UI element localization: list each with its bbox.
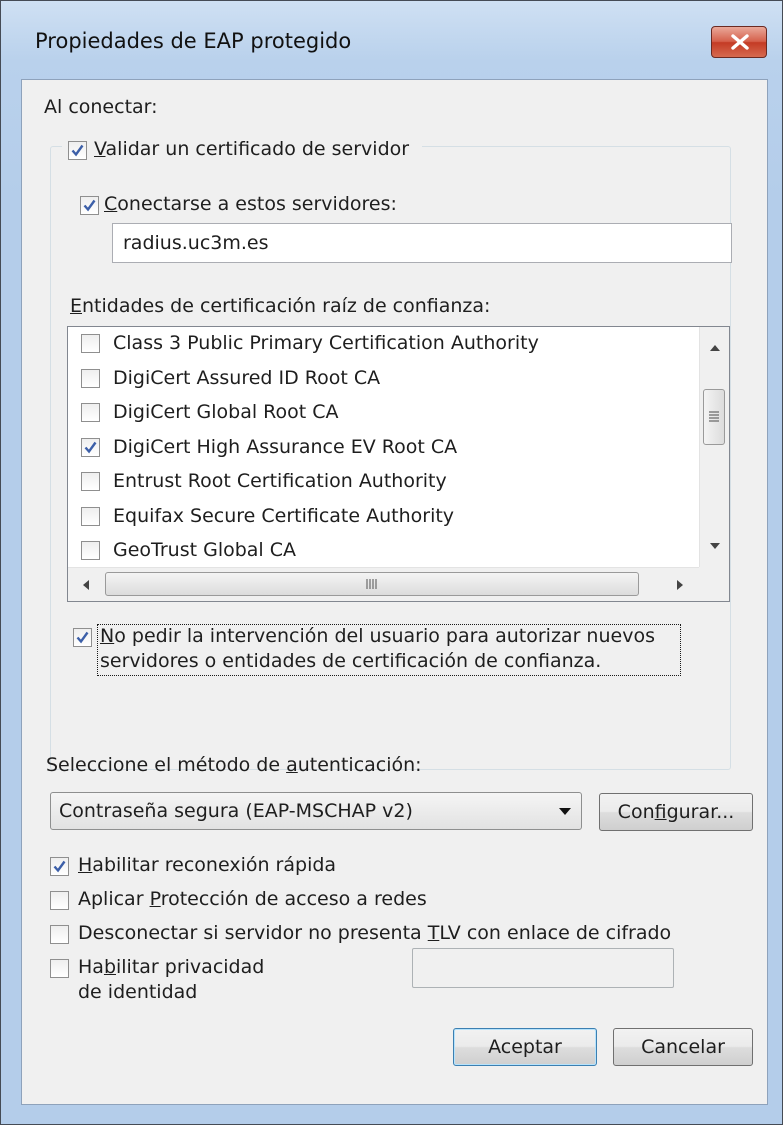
ca-item-label: DigiCert Global Root CA: [113, 401, 339, 423]
cancel-button[interactable]: Cancelar: [613, 1028, 753, 1066]
identity-privacy-option[interactable]: Habilitar privacidad de identidad: [50, 954, 350, 1010]
ca-list-horizontal-thumb[interactable]: [105, 572, 639, 596]
checkmark-icon: [83, 199, 96, 212]
connect-servers-checkbox[interactable]: [80, 196, 99, 215]
nap-option[interactable]: Aplicar Protección de acceso a redes: [50, 886, 550, 916]
checkmark-icon: [84, 441, 97, 454]
ca-item-checkbox[interactable]: [81, 438, 100, 457]
identity-privacy-label-line1: Habilitar privacidad: [78, 956, 265, 978]
grip-icon: [366, 579, 377, 589]
ca-item-label: Entrust Root Certification Authority: [113, 470, 447, 492]
fast-reconnect-label: Habilitar reconexión rápida: [78, 854, 337, 876]
nap-label: Aplicar Protección de acceso a redes: [78, 888, 427, 910]
checkmark-icon: [53, 860, 66, 873]
ca-list-horizontal-scrollbar[interactable]: [68, 567, 699, 601]
configure-button[interactable]: Configurar...: [599, 793, 753, 831]
connect-servers-label: Conectarse a estos servidores:: [104, 193, 397, 215]
close-icon: [731, 34, 749, 50]
window-title: Propiedades de EAP protegido: [35, 29, 352, 53]
no-prompt-option[interactable]: No pedir la intervención del usuario par…: [70, 622, 700, 678]
ca-item-checkbox[interactable]: [81, 507, 100, 526]
ca-list-item[interactable]: Class 3 Public Primary Certification Aut…: [68, 327, 688, 361]
ca-item-checkbox[interactable]: [81, 403, 100, 422]
ca-list-item[interactable]: GeoTrust Global CA: [68, 534, 688, 568]
ca-item-label: Class 3 Public Primary Certification Aut…: [113, 332, 539, 354]
ca-item-label: DigiCert Assured ID Root CA: [113, 367, 381, 389]
validate-cert-label: Validar un certificado de servidor: [94, 138, 410, 160]
ok-button[interactable]: Aceptar: [453, 1028, 597, 1066]
ca-item-label: DigiCert High Assurance EV Root CA: [113, 436, 458, 458]
ca-list-item[interactable]: Entrust Root Certification Authority: [68, 465, 688, 499]
chevron-down-icon: [559, 808, 571, 815]
grip-icon: [709, 411, 719, 422]
ca-item-checkbox[interactable]: [81, 369, 100, 388]
fast-reconnect-checkbox[interactable]: [50, 857, 69, 876]
checkmark-icon: [76, 631, 89, 644]
scroll-up-icon[interactable]: [710, 345, 720, 351]
trusted-ca-list[interactable]: Class 3 Public Primary Certification Aut…: [67, 326, 730, 602]
title-bar[interactable]: Propiedades de EAP protegido: [1, 1, 782, 79]
ca-item-label: GeoTrust Global CA: [113, 539, 297, 561]
servers-input[interactable]: radius.uc3m.es: [112, 223, 732, 263]
no-prompt-label-line2: servidores o entidades de certificación …: [100, 650, 602, 672]
anonymous-identity-input[interactable]: [412, 948, 674, 988]
scrollbar-corner: [699, 567, 729, 601]
identity-privacy-label-line2: de identidad: [78, 981, 198, 1003]
connect-servers-option[interactable]: Conectarse a estos servidores:: [80, 190, 440, 220]
no-prompt-label-line1: No pedir la intervención del usuario par…: [100, 625, 655, 647]
tlv-checkbox[interactable]: [50, 925, 69, 944]
connect-heading: Al conectar:: [44, 96, 158, 118]
auth-method-value: Contraseña segura (EAP-MSCHAP v2): [59, 800, 413, 822]
validate-cert-checkbox[interactable]: [68, 141, 87, 160]
nap-checkbox[interactable]: [50, 891, 69, 910]
dialog-client-area: Al conectar: Validar un certificado de s…: [21, 79, 768, 1105]
no-prompt-checkbox[interactable]: [73, 628, 92, 647]
ca-list-vertical-thumb[interactable]: [703, 389, 725, 445]
tlv-option[interactable]: Desconectar si servidor no presenta TLV …: [50, 920, 750, 950]
checkmark-icon: [71, 144, 84, 157]
scroll-left-icon[interactable]: [83, 580, 89, 590]
identity-privacy-checkbox[interactable]: [50, 959, 69, 978]
tlv-label: Desconectar si servidor no presenta TLV …: [78, 922, 672, 944]
dialog-window: Propiedades de EAP protegido Al conectar…: [0, 0, 783, 1125]
ca-list-vertical-scrollbar[interactable]: [699, 327, 729, 567]
fast-reconnect-option[interactable]: Habilitar reconexión rápida: [50, 852, 450, 882]
ca-list-item[interactable]: DigiCert High Assurance EV Root CA: [68, 431, 688, 465]
ca-item-checkbox[interactable]: [81, 541, 100, 560]
validate-cert-option[interactable]: Validar un certificado de servidor: [62, 134, 422, 164]
ca-item-checkbox[interactable]: [81, 334, 100, 353]
ca-list-item[interactable]: DigiCert Assured ID Root CA: [68, 362, 688, 396]
servers-input-value: radius.uc3m.es: [123, 232, 269, 254]
scroll-right-icon[interactable]: [677, 580, 683, 590]
trusted-ca-label: Entidades de certificación raíz de confi…: [70, 295, 491, 317]
ca-item-label: Equifax Secure Certificate Authority: [113, 505, 455, 527]
ca-list-item[interactable]: DigiCert Global Root CA: [68, 396, 688, 430]
scroll-down-icon[interactable]: [710, 543, 720, 549]
ca-list-item[interactable]: Equifax Secure Certificate Authority: [68, 500, 688, 534]
close-button[interactable]: [711, 26, 767, 58]
ca-item-checkbox[interactable]: [81, 472, 100, 491]
auth-method-label: Seleccione el método de autenticación:: [46, 754, 422, 776]
auth-method-select[interactable]: Contraseña segura (EAP-MSCHAP v2): [50, 792, 582, 830]
